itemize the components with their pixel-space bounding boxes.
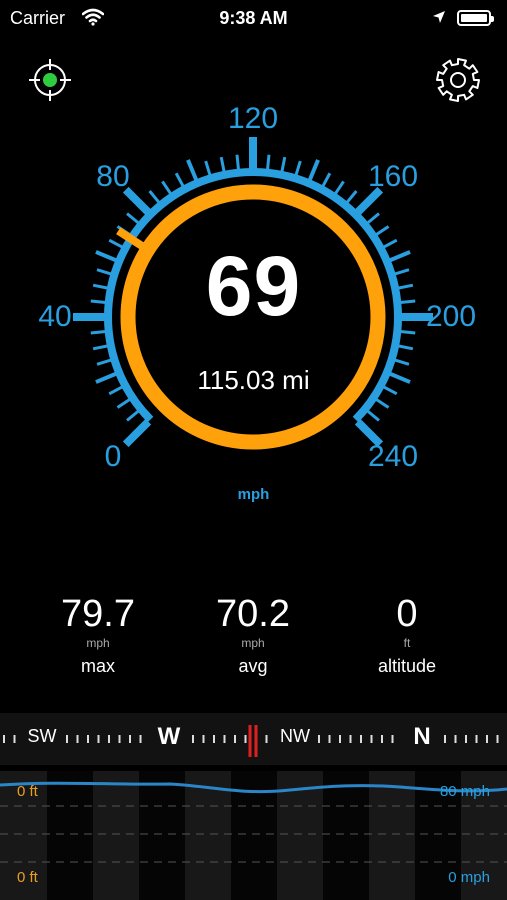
current-speed: 69 [205,239,302,333]
history-graph: 0 ft 80 mph 0 ft 0 mph [0,771,507,900]
gauge-tick [96,358,112,366]
speed-unit-toggle[interactable]: mph [0,486,507,503]
stat-altitude-value: 0 [396,593,418,635]
stat-max: 79.7 mph max [38,594,158,677]
graph-plot [0,771,507,900]
compass-nw: NW [280,726,310,746]
scale-label-160: 160 [367,159,419,193]
scale-label-0: 0 [104,440,122,473]
trip-distance: 115.03 mi [197,365,310,395]
stat-avg-label: avg [238,656,268,676]
scale-label-120: 120 [227,102,279,135]
gauge-tick [394,358,410,366]
gauge-tick [235,154,240,170]
stat-max-label: max [80,656,115,676]
gauge-tick [161,180,173,195]
compass-sw: SW [27,726,57,746]
gauge-tick [122,418,152,448]
speedometer-gauge: 0 40 80 120 160 200 240 69 115.03 mi mph [0,0,507,560]
stat-altitude-unit: ft [403,636,411,650]
gauge-tick [366,409,380,422]
compass-ticks [3,725,499,757]
gauge-tick [204,160,212,176]
gauge-tick [375,397,390,409]
gauge-tick [186,159,199,182]
compass-n: N [413,723,431,750]
stat-max-value: 79.7 [61,593,135,635]
gauge-tick [280,156,287,173]
gauge-tick [321,172,332,188]
stat-max-unit: mph [86,636,110,650]
altitude-min-label: 0 ft [17,869,38,886]
stat-avg-value: 70.2 [216,593,290,635]
altitude-max-label: 0 ft [17,783,38,800]
scale-label-80: 80 [96,159,130,193]
gauge-tick [126,409,140,422]
stat-altitude-label: altitude [377,656,437,676]
gauge-tick [148,190,161,204]
stat-altitude: 0 ft altitude [347,594,467,677]
gauge-tick [375,225,390,237]
stat-avg: 70.2 mph avg [193,594,313,677]
gauge-tick [174,172,185,188]
compass-strip: SW W NW N [0,713,507,765]
gauge-tick [126,212,140,225]
gauge-tick [92,344,109,351]
gauge-tick [219,156,226,173]
stat-avg-unit: mph [241,636,265,650]
speed-max-label: 80 mph [439,783,490,800]
gauge-tick [294,160,302,176]
gauge-tick [345,190,358,204]
gauge-tick [366,212,380,225]
gauge-tick [333,180,345,195]
compass-w: W [157,723,181,750]
gauge-tick [116,397,131,409]
gauge-tick [397,344,414,351]
speed-min-label: 0 mph [448,869,490,886]
scale-label-240: 240 [367,440,419,473]
gauge-tick [307,159,320,182]
gauge-tick [266,154,271,170]
